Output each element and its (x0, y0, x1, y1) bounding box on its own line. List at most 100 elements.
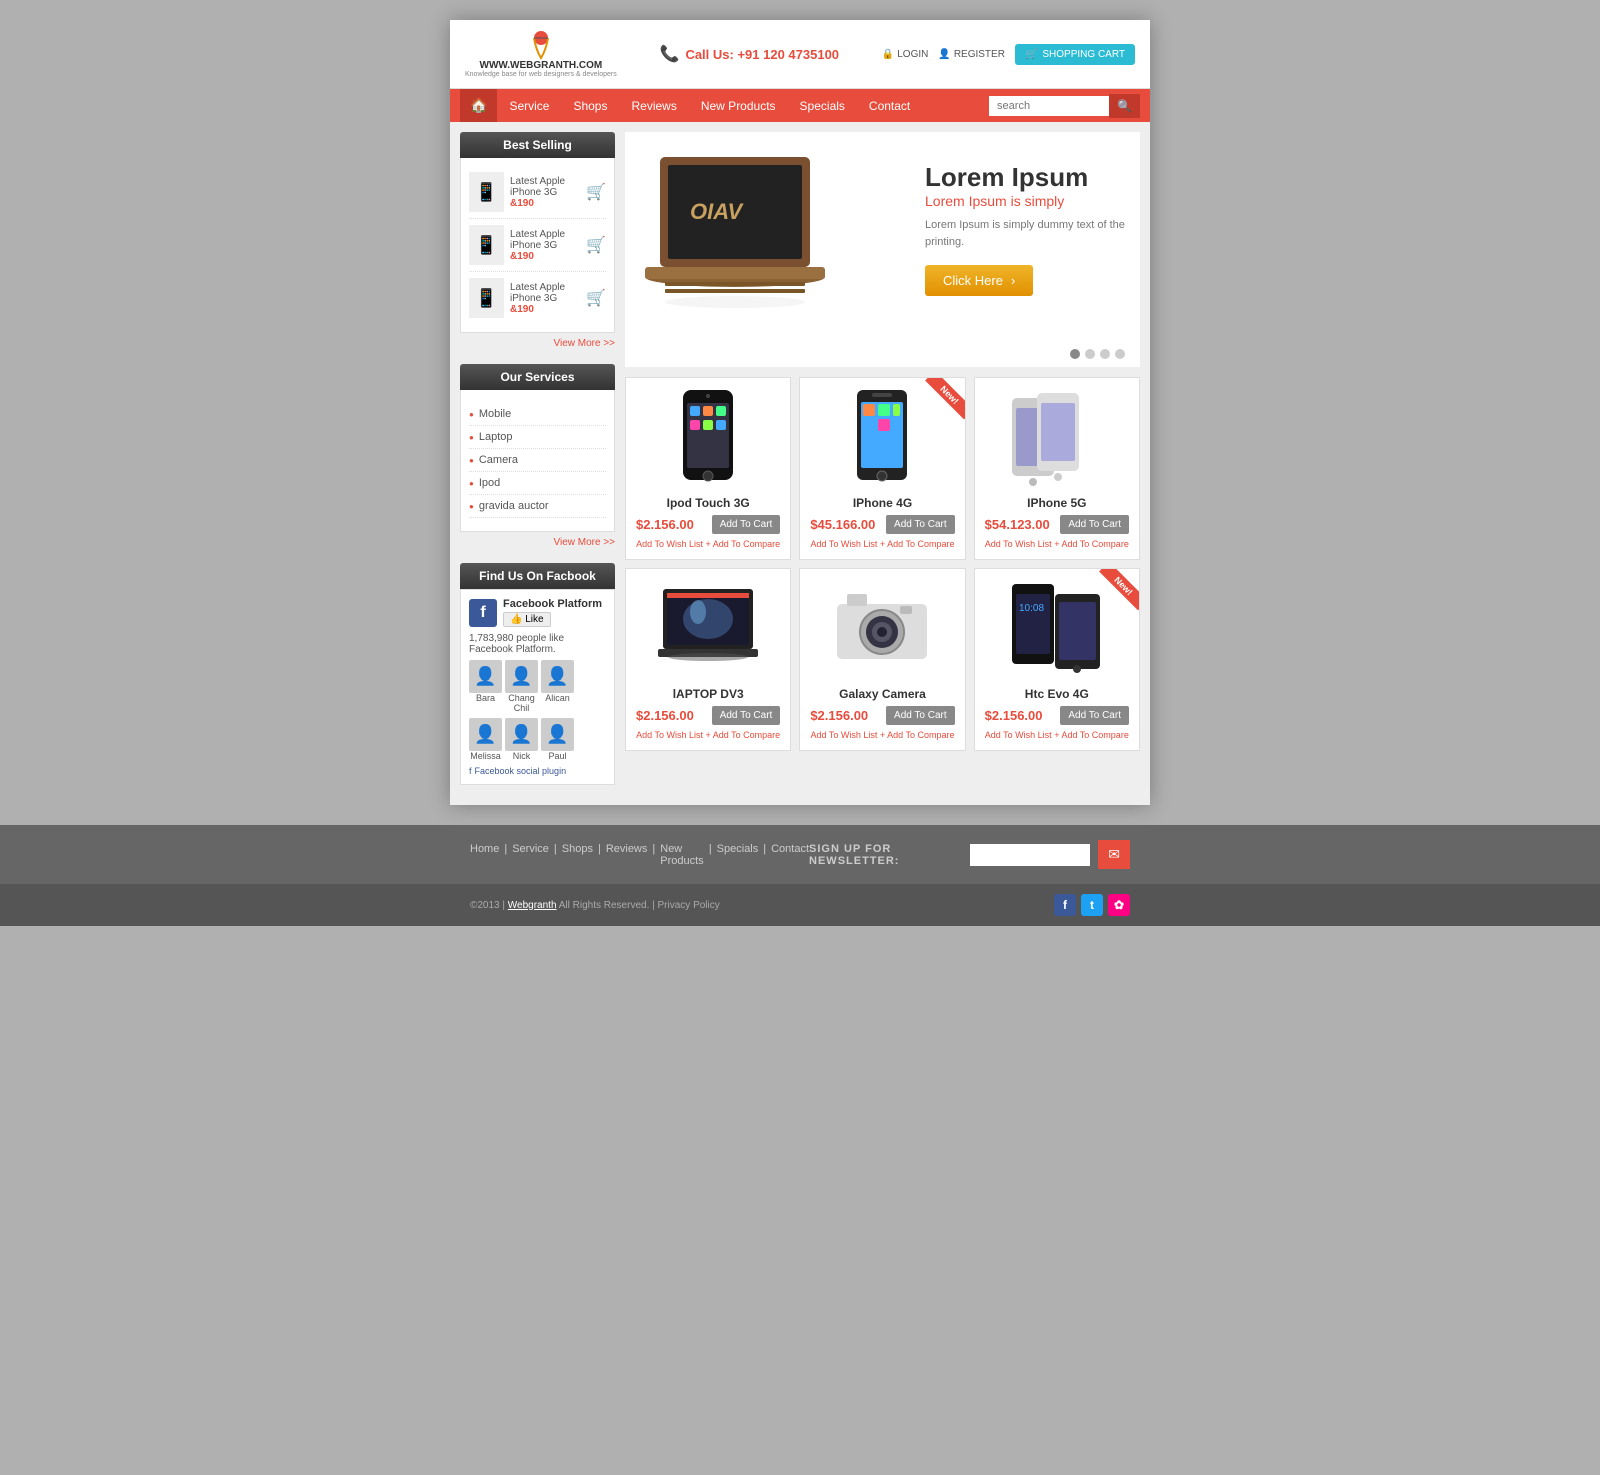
nav-shops[interactable]: Shops (561, 91, 619, 121)
product-thumb-3: 📱 (469, 278, 504, 318)
compare-laptop-dv3[interactable]: + Add To Compare (706, 730, 781, 740)
add-to-cart-ipod-touch-3g[interactable]: Add To Cart (712, 515, 781, 534)
footer-bottom: ©2013 | Webgranth All Rights Reserved. |… (0, 884, 1600, 926)
product-title-ipod-touch-3g: Ipod Touch 3G (636, 496, 780, 510)
newsletter-input[interactable] (970, 844, 1090, 866)
product-links-htc-evo-4g: Add To Wish List + Add To Compare (985, 730, 1129, 740)
wish-list-laptop-dv3[interactable]: Add To Wish List (636, 730, 703, 740)
footer-link-reviews[interactable]: Reviews (606, 843, 648, 867)
dot-2[interactable] (1085, 349, 1095, 359)
service-mobile[interactable]: Mobile (469, 403, 606, 426)
login-button[interactable]: 🔒 LOGIN (882, 49, 929, 60)
nav-reviews[interactable]: Reviews (619, 91, 688, 121)
footer-links: Home | Service | Shops | Reviews | New P… (470, 843, 809, 867)
add-to-cart-iphone-5g[interactable]: Add To Cart (1060, 515, 1129, 534)
add-to-cart-galaxy-camera[interactable]: Add To Cart (886, 706, 955, 725)
svg-text:10:08: 10:08 (1019, 603, 1044, 614)
search-button[interactable]: 🔍 (1109, 94, 1140, 118)
footer-link-home[interactable]: Home (470, 843, 499, 867)
nav-service[interactable]: Service (497, 91, 561, 121)
add-cart-icon-2[interactable]: 🛒 (586, 235, 606, 255)
wish-list-ipod-touch-3g[interactable]: Add To Wish List (636, 539, 703, 549)
best-sell-item-1: 📱 Latest Apple iPhone 3G &190 🛒 (469, 166, 606, 219)
add-cart-icon-3[interactable]: 🛒 (586, 288, 606, 308)
product-card-galaxy-camera: Galaxy Camera $2.156.00 Add To Cart Add … (799, 568, 965, 751)
new-badge-htc-evo-4g: New! (1089, 569, 1139, 619)
best-selling-view-more[interactable]: View More >> (460, 333, 615, 354)
nav-contact[interactable]: Contact (857, 91, 922, 121)
iphone-4g-svg (842, 388, 922, 488)
fb-avatar-alican: 👤 (541, 660, 574, 693)
footer-link-contact[interactable]: Contact (771, 843, 809, 867)
footer-link-shops[interactable]: Shops (562, 843, 593, 867)
service-items: Mobile Laptop Camera Ipod gravida auctor (469, 398, 606, 523)
product-price-galaxy-camera: $2.156.00 (810, 708, 868, 723)
add-to-cart-iphone-4g[interactable]: Add To Cart (886, 515, 955, 534)
nav-new-products[interactable]: New Products (689, 91, 788, 121)
footer-link-specials[interactable]: Specials (717, 843, 759, 867)
product-thumb-2: 📱 (469, 225, 504, 265)
dot-3[interactable] (1100, 349, 1110, 359)
nav-specials[interactable]: Specials (788, 91, 857, 121)
service-gravida[interactable]: gravida auctor (469, 495, 606, 518)
twitter-social-icon[interactable]: t (1081, 894, 1103, 916)
dot-4[interactable] (1115, 349, 1125, 359)
fb-name-changchil: Chang Chil (505, 693, 538, 713)
product-card-iphone-4g: New! (799, 377, 965, 560)
wish-list-iphone-4g[interactable]: Add To Wish List (810, 539, 877, 549)
product-price-iphone-5g: $54.123.00 (985, 517, 1050, 532)
service-laptop[interactable]: Laptop (469, 426, 606, 449)
product-name-2: Latest Apple iPhone 3G (510, 229, 580, 251)
product-links-laptop-dv3: Add To Wish List + Add To Compare (636, 730, 780, 740)
flickr-social-icon[interactable]: ✿ (1108, 894, 1130, 916)
phone-icon: 📞 (660, 44, 680, 64)
product-price-iphone-4g: $45.166.00 (810, 517, 875, 532)
compare-htc-evo-4g[interactable]: + Add To Compare (1054, 730, 1129, 740)
product-image-ipod-touch-3g (636, 388, 780, 488)
service-ipod[interactable]: Ipod (469, 472, 606, 495)
compare-ipod-touch-3g[interactable]: + Add To Compare (706, 539, 781, 549)
fb-platform-name: Facebook Platform (503, 598, 602, 610)
fb-avatar-melissa: 👤 (469, 718, 502, 751)
webgranth-link[interactable]: Webgranth (508, 900, 557, 911)
search-input[interactable] (989, 96, 1109, 116)
shopping-cart-button[interactable]: 🛒 SHOPPING CART (1015, 44, 1135, 65)
services-view-more[interactable]: View More >> (460, 532, 615, 553)
add-to-cart-htc-evo-4g[interactable]: Add To Cart (1060, 706, 1129, 725)
add-cart-icon-1[interactable]: 🛒 (586, 182, 606, 202)
fb-avatar-bara: 👤 (469, 660, 502, 693)
product-image-galaxy-camera (810, 579, 954, 679)
service-camera[interactable]: Camera (469, 449, 606, 472)
add-to-cart-laptop-dv3[interactable]: Add To Cart (712, 706, 781, 725)
compare-iphone-5g[interactable]: + Add To Compare (1054, 539, 1129, 549)
fb-like-button[interactable]: 👍 Like (503, 612, 551, 627)
slider-cta-button[interactable]: Click Here › (925, 265, 1033, 296)
facebook-social-icon[interactable]: f (1054, 894, 1076, 916)
nav-home[interactable]: 🏠 (460, 89, 497, 122)
compare-galaxy-camera[interactable]: + Add To Compare (880, 730, 955, 740)
newsletter-submit-button[interactable]: ✉ (1098, 840, 1130, 869)
compare-iphone-4g[interactable]: + Add To Compare (880, 539, 955, 549)
footer-link-service[interactable]: Service (512, 843, 549, 867)
wish-list-htc-evo-4g[interactable]: Add To Wish List (985, 730, 1052, 740)
product-price-ipod-touch-3g: $2.156.00 (636, 517, 694, 532)
dot-1[interactable] (1070, 349, 1080, 359)
wish-list-galaxy-camera[interactable]: Add To Wish List (810, 730, 877, 740)
galaxy-camera-svg (832, 584, 932, 674)
facebook-widget: f Facebook Platform 👍 Like 1,783,980 peo… (460, 589, 615, 785)
fb-name-nick: Nick (513, 751, 531, 761)
header: WWW.WEBGRANTH.COM Knowledge base for web… (450, 20, 1150, 89)
product-card-iphone-5g: IPhone 5G $54.123.00 Add To Cart Add To … (974, 377, 1140, 560)
product-links-galaxy-camera: Add To Wish List + Add To Compare (810, 730, 954, 740)
fb-name-alican: Alican (545, 693, 570, 703)
newsletter-area: SIGN UP FOR NEWSLETTER: ✉ (809, 840, 1130, 869)
services-list: Mobile Laptop Camera Ipod gravida auctor (460, 390, 615, 532)
footer-link-new-products[interactable]: New Products (660, 843, 704, 867)
best-selling-title: Best Selling (460, 132, 615, 158)
register-button[interactable]: 👤 REGISTER (938, 49, 1005, 60)
logo: WWW.WEBGRANTH.COM Knowledge base for web… (465, 30, 617, 78)
iphone-5g-svg (1007, 388, 1107, 488)
wish-list-iphone-5g[interactable]: Add To Wish List (985, 539, 1052, 549)
product-price-htc-evo-4g: $2.156.00 (985, 708, 1043, 723)
product-price-row-ipod-touch-3g: $2.156.00 Add To Cart (636, 515, 780, 534)
